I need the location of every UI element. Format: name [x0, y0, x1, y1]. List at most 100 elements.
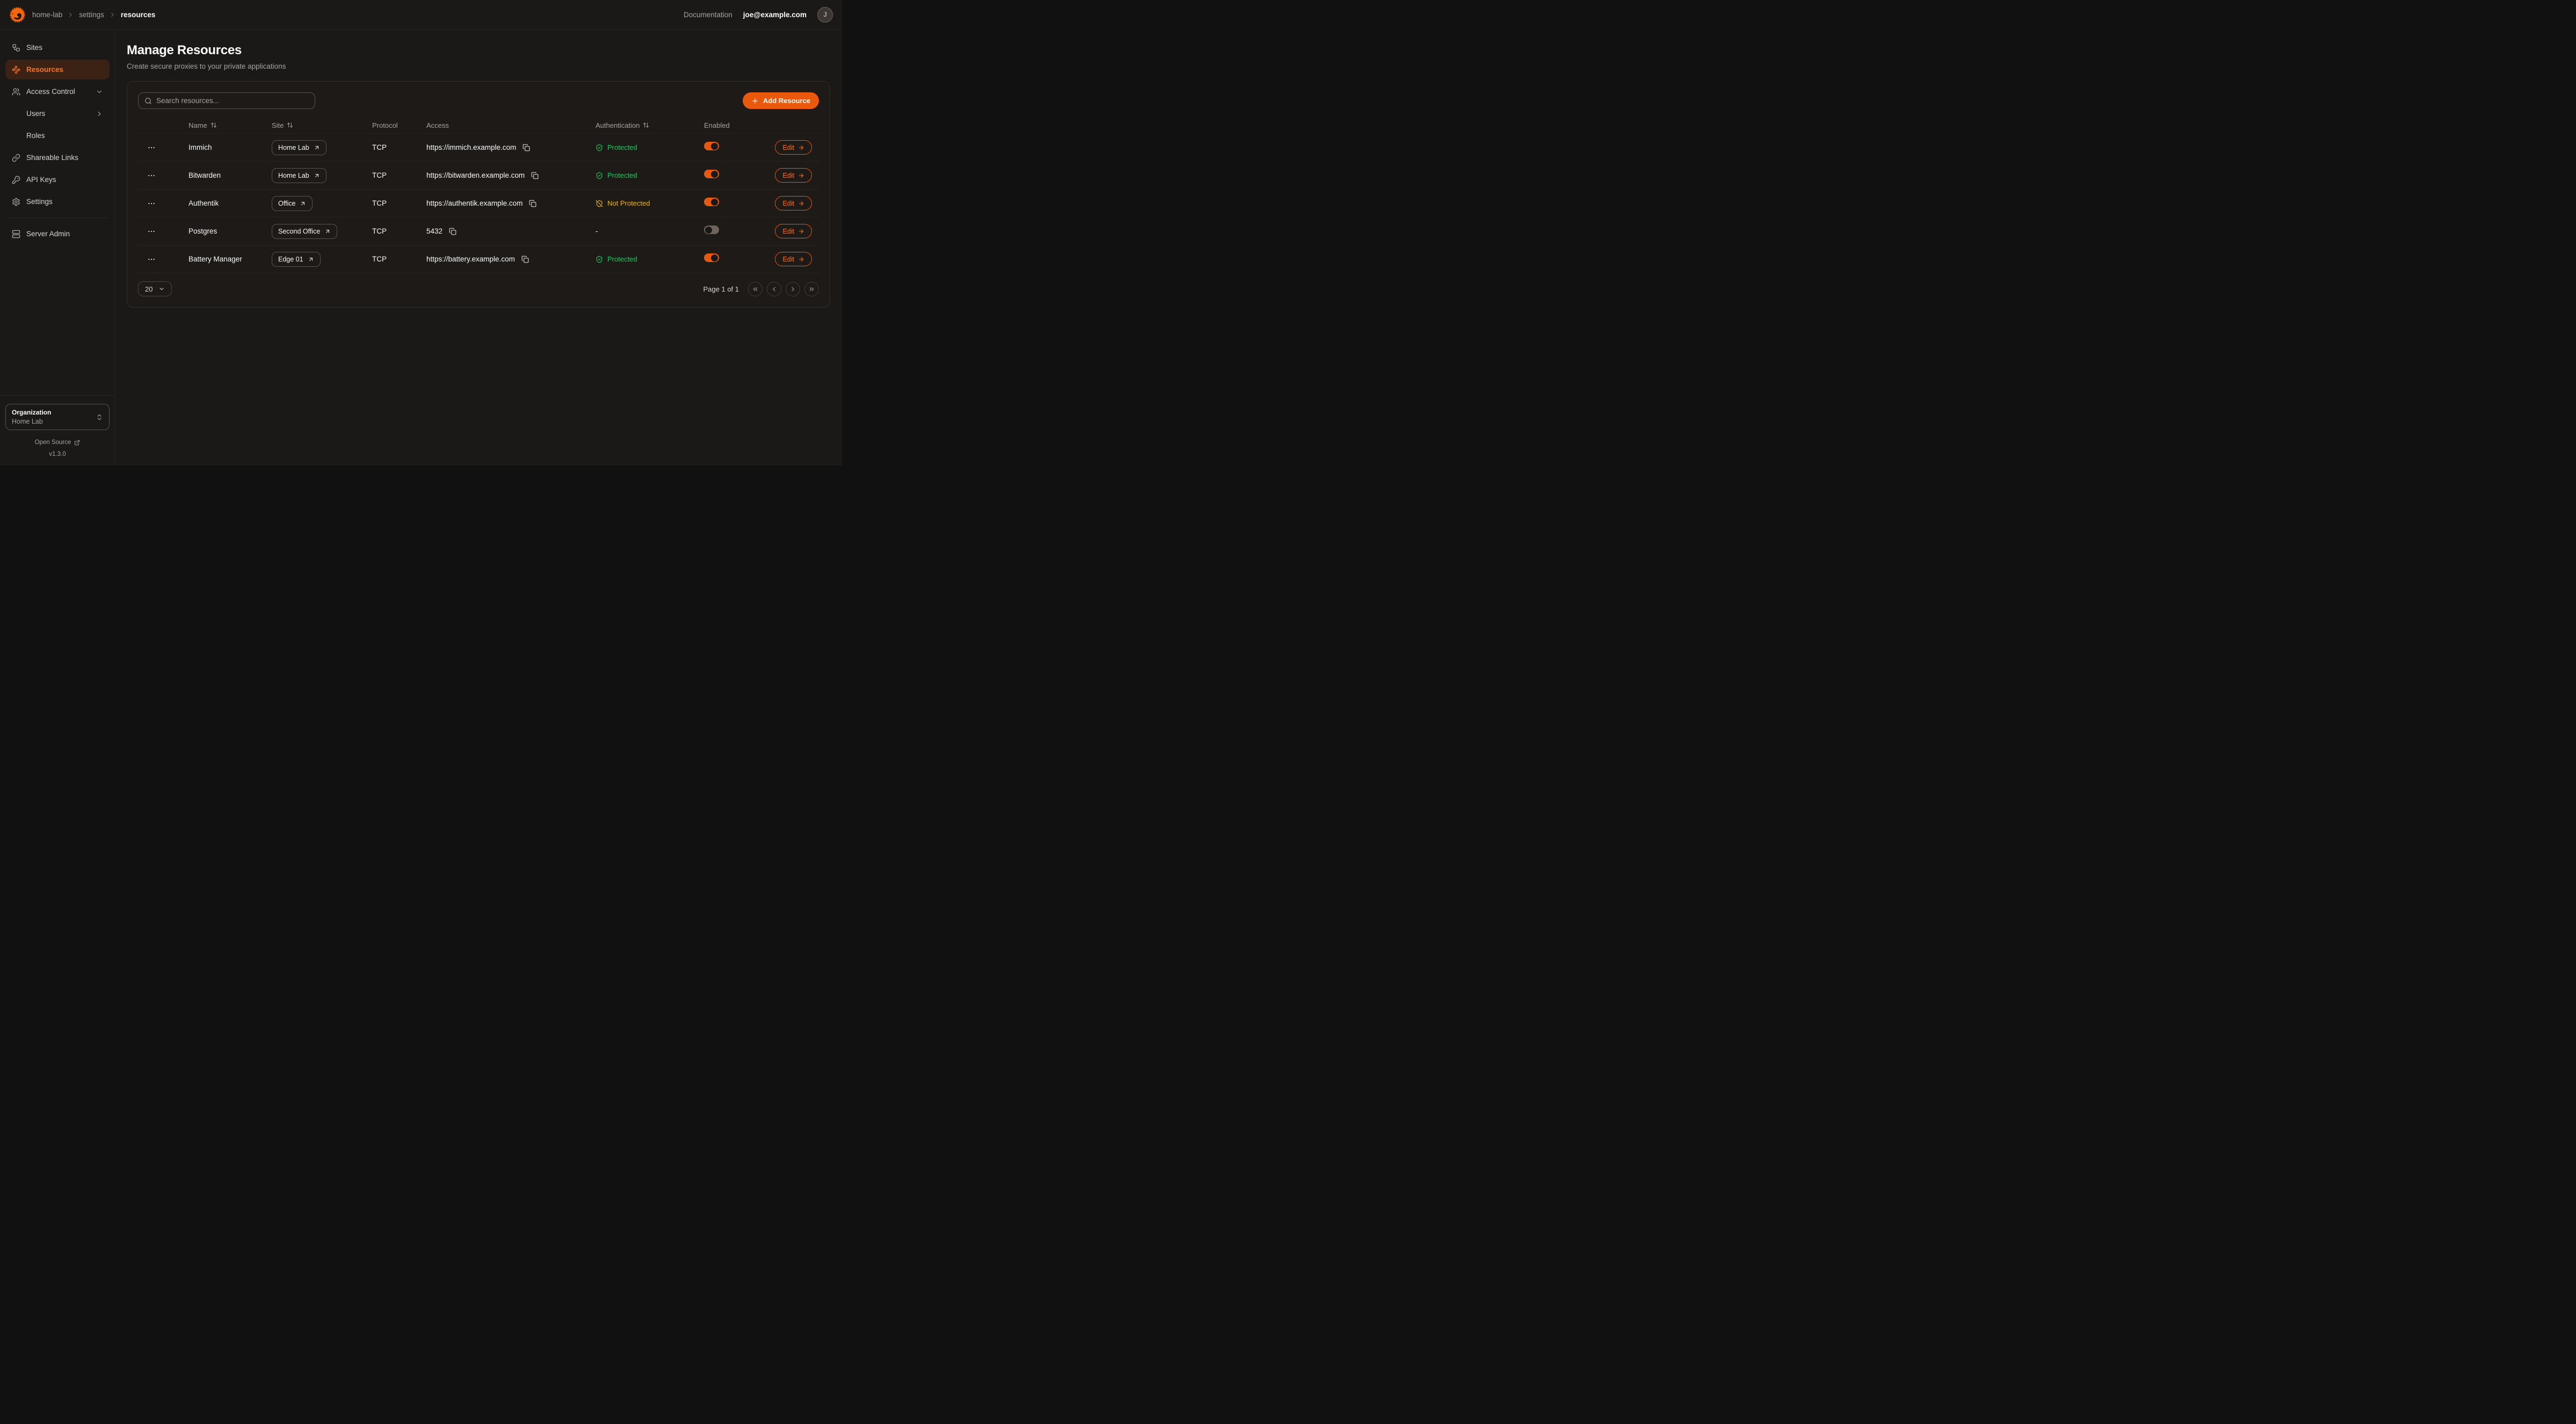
page-info: Page 1 of 1	[703, 285, 739, 293]
sidebar-item-label: Shareable Links	[26, 154, 78, 162]
chevron-right-icon	[67, 11, 74, 18]
search-box	[138, 92, 315, 109]
waypoints-icon	[12, 66, 20, 74]
chevron-right-icon	[789, 286, 796, 293]
resource-protocol: TCP	[372, 227, 426, 235]
site-link[interactable]: Edge 01	[272, 252, 321, 267]
page-size-select[interactable]: 20	[138, 281, 172, 296]
last-page-button[interactable]	[804, 282, 819, 296]
copy-button[interactable]	[520, 255, 530, 264]
auth-status: Protected	[596, 143, 704, 151]
enabled-toggle[interactable]	[704, 142, 719, 151]
resource-protocol: TCP	[372, 255, 426, 263]
app-root: home-lab settings resources Documentatio…	[0, 0, 842, 466]
chevron-down-icon	[96, 88, 103, 96]
topbar-right: Documentation joe@example.com J	[684, 7, 833, 23]
arrow-right-icon	[798, 256, 804, 263]
table-row: Authentik Office TCP https://authentik.e…	[138, 190, 819, 217]
copy-button[interactable]	[448, 227, 458, 236]
ellipsis-icon	[147, 171, 156, 180]
sidebar-item-server-admin[interactable]: Server Admin	[5, 224, 110, 244]
shield-check-icon	[596, 172, 603, 179]
enabled-toggle[interactable]	[704, 253, 719, 263]
sidebar: Sites Resources Access Control Users Rol…	[0, 30, 115, 466]
table-row: Bitwarden Home Lab TCP https://bitwarden…	[138, 162, 819, 190]
ellipsis-icon	[147, 143, 156, 152]
site-link[interactable]: Second Office	[272, 224, 337, 239]
avatar[interactable]: J	[817, 7, 833, 23]
enabled-toggle[interactable]	[704, 226, 719, 235]
sidebar-item-settings[interactable]: Settings	[5, 192, 110, 212]
copy-button[interactable]	[521, 143, 531, 152]
auth-status: Not Protected	[596, 199, 704, 207]
breadcrumb-resources[interactable]: resources	[121, 11, 156, 19]
chevrons-right-icon	[808, 286, 815, 293]
row-menu-button[interactable]	[145, 253, 158, 266]
table-row: Battery Manager Edge 01 TCP https://batt…	[138, 245, 819, 273]
sort-icon	[211, 122, 217, 128]
resource-protocol: TCP	[372, 171, 426, 179]
sort-icon	[643, 122, 649, 128]
sidebar-item-resources[interactable]: Resources	[5, 60, 110, 79]
edit-button[interactable]: Edit	[775, 168, 812, 183]
resources-card: Add Resource Name Site	[127, 81, 830, 308]
pangolin-logo[interactable]	[9, 6, 26, 24]
row-menu-button[interactable]	[145, 225, 158, 238]
site-link[interactable]: Home Lab	[272, 140, 326, 155]
documentation-link[interactable]: Documentation	[684, 11, 732, 19]
copy-button[interactable]	[530, 171, 540, 180]
resource-access: https://battery.example.com	[426, 255, 515, 263]
chevron-down-icon	[158, 286, 165, 292]
column-name[interactable]: Name	[188, 121, 272, 129]
first-page-button[interactable]	[748, 282, 763, 296]
edit-button[interactable]: Edit	[775, 196, 812, 210]
site-link[interactable]: Office	[272, 196, 313, 211]
open-source-link[interactable]: Open Source	[5, 439, 110, 446]
resource-access: https://immich.example.com	[426, 143, 516, 151]
next-page-button[interactable]	[786, 282, 800, 296]
ellipsis-icon	[147, 255, 156, 264]
ellipsis-icon	[147, 227, 156, 236]
resource-access: 5432	[426, 227, 442, 235]
sidebar-item-sites[interactable]: Sites	[5, 38, 110, 57]
user-email-menu[interactable]: joe@example.com	[743, 11, 807, 19]
shield-check-icon	[596, 256, 603, 263]
resource-protocol: TCP	[372, 199, 426, 207]
chevrons-up-down-icon	[96, 413, 103, 421]
site-link[interactable]: Home Lab	[272, 168, 326, 183]
search-input[interactable]	[156, 97, 309, 105]
key-icon	[12, 176, 20, 184]
open-source-label: Open Source	[35, 439, 71, 446]
table-row: Immich Home Lab TCP https://immich.examp…	[138, 134, 819, 162]
org-picker[interactable]: Organization Home Lab	[5, 404, 110, 430]
column-site[interactable]: Site	[272, 121, 372, 129]
add-resource-button[interactable]: Add Resource	[743, 92, 819, 109]
sidebar-item-api-keys[interactable]: API Keys	[5, 170, 110, 190]
row-menu-button[interactable]	[145, 141, 158, 154]
edit-button[interactable]: Edit	[775, 252, 812, 266]
enabled-toggle[interactable]	[704, 198, 719, 207]
resource-name: Battery Manager	[188, 255, 272, 263]
sidebar-item-roles[interactable]: Roles	[5, 126, 110, 146]
edit-button[interactable]: Edit	[775, 224, 812, 238]
sidebar-item-access-control[interactable]: Access Control	[5, 82, 110, 101]
resource-name: Bitwarden	[188, 171, 272, 179]
edit-button[interactable]: Edit	[775, 140, 812, 155]
topbar: home-lab settings resources Documentatio…	[0, 0, 842, 30]
page-title: Manage Resources	[127, 43, 830, 58]
sidebar-item-shareable-links[interactable]: Shareable Links	[5, 148, 110, 168]
breadcrumb-org[interactable]: home-lab	[32, 11, 62, 19]
main-content: Manage Resources Create secure proxies t…	[115, 30, 842, 466]
column-authentication[interactable]: Authentication	[596, 121, 704, 129]
row-menu-button[interactable]	[145, 169, 158, 182]
enabled-toggle[interactable]	[704, 170, 719, 179]
add-resource-label: Add Resource	[763, 97, 810, 105]
table-row: Postgres Second Office TCP 5432 - Edit	[138, 217, 819, 245]
copy-button[interactable]	[528, 199, 538, 208]
breadcrumb-settings[interactable]: settings	[79, 11, 104, 19]
sidebar-item-users[interactable]: Users	[5, 104, 110, 123]
previous-page-button[interactable]	[767, 282, 781, 296]
arrow-up-right-icon	[324, 228, 331, 235]
row-menu-button[interactable]	[145, 197, 158, 210]
workflow-icon	[12, 43, 20, 52]
